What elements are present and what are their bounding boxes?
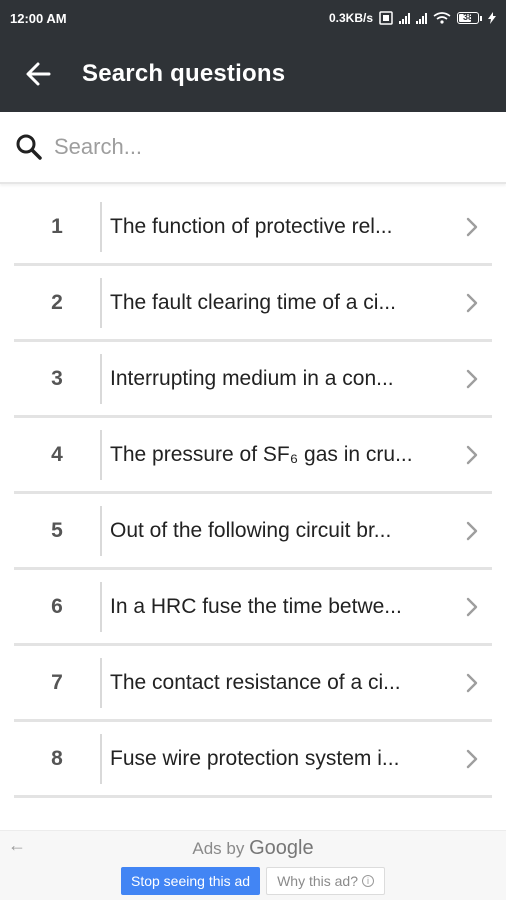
page-title: Search questions [82,60,286,87]
question-number: 7 [51,670,63,694]
question-number: 1 [51,214,63,238]
ads-by-google: Ads by Google [0,837,506,860]
chevron-right-icon [452,748,492,770]
battery-level: 38 [462,12,473,22]
google-logo: Google [249,837,314,859]
question-item-6[interactable]: 6 In a HRC fuse the time betwe... [14,570,492,646]
sim-icon [379,11,393,25]
list-item-partial[interactable] [14,798,492,828]
question-number: 6 [51,594,63,618]
search-icon [14,132,44,162]
signal-icon [399,12,410,24]
question-item-4[interactable]: 4 The pressure of SF₆ gas in cru... [14,418,492,494]
status-time: 12:00 AM [10,10,67,26]
wifi-icon [433,12,451,24]
question-number: 4 [51,442,63,466]
question-list: 1 The function of protective rel... 2 Th… [0,190,506,798]
app-bar: Search questions [0,36,506,112]
ad-buttons: Stop seeing this ad Why this ad? i [0,867,506,895]
question-text: Fuse wire protection system i... [110,746,400,770]
question-text: Out of the following circuit br... [110,518,392,542]
search-input[interactable] [54,127,474,167]
chevron-right-icon [452,368,492,390]
status-icons: 0.3KB/s 38 [329,11,496,25]
question-text: The fault clearing time of a ci... [110,290,396,314]
ad-banner: ← Ads by Google Stop seeing this ad Why … [0,830,506,900]
info-icon: i [362,875,375,887]
status-bar: 12:00 AM 0.3KB/s 38 [0,0,506,36]
question-text: The function of protective rel... [110,214,393,238]
ads-by-label: Ads by [192,839,245,858]
question-text: The pressure of SF₆ gas in cru... [110,442,413,466]
chevron-right-icon [452,520,492,542]
question-item-1[interactable]: 1 The function of protective rel... [14,190,492,266]
question-number: 5 [51,518,63,542]
back-button[interactable] [0,36,76,112]
net-speed: 0.3KB/s [328,11,373,25]
chevron-right-icon [452,292,492,314]
question-item-5[interactable]: 5 Out of the following circuit br... [14,494,492,570]
stop-seeing-ad-button[interactable]: Stop seeing this ad [120,867,261,895]
signal-icon-2 [416,12,427,24]
question-text: Interrupting medium in a con... [110,366,394,390]
battery-icon: 38 [457,12,482,24]
why-this-ad-label: Why this ad? [277,873,359,889]
chevron-right-icon [452,216,492,238]
question-number: 2 [51,290,63,314]
question-item-8[interactable]: 8 Fuse wire protection system i... [14,722,492,798]
chevron-right-icon [452,672,492,694]
question-number: 3 [51,366,63,390]
chevron-right-icon [452,444,492,466]
charging-icon [488,12,496,24]
search-bar [0,112,506,184]
arrow-left-icon [26,62,51,86]
question-text: The contact resistance of a ci... [110,670,401,694]
question-item-3[interactable]: 3 Interrupting medium in a con... [14,342,492,418]
why-this-ad-button[interactable]: Why this ad? i [266,867,386,895]
question-number: 8 [51,746,63,770]
chevron-right-icon [452,596,492,618]
question-item-2[interactable]: 2 The fault clearing time of a ci... [14,266,492,342]
question-item-7[interactable]: 7 The contact resistance of a ci... [14,646,492,722]
question-text: In a HRC fuse the time betwe... [110,594,402,618]
